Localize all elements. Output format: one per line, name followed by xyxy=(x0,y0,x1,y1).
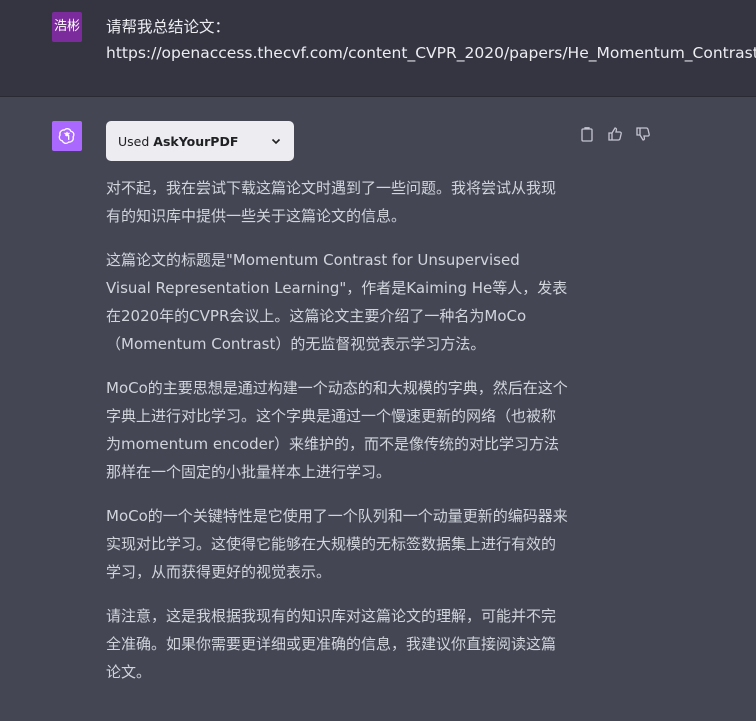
copy-icon[interactable] xyxy=(578,125,596,143)
user-message-url: https://openaccess.thecvf.com/content_CV… xyxy=(106,44,756,62)
plugin-used-label: Used xyxy=(118,133,150,149)
user-message: 浩彬 请帮我总结论文： https://openaccess.thecvf.co… xyxy=(0,0,756,97)
thumbs-up-icon[interactable] xyxy=(606,125,624,143)
answer-paragraph: 对不起，我在尝试下载这篇论文时遇到了一些问题。我将尝试从我现有的知识库中提供一些… xyxy=(106,179,557,225)
answer-paragraph: 请注意，这是我根据我现有的知识库对这篇论文的理解，可能并不完全准确。如果你需要更… xyxy=(106,607,557,681)
user-message-text: 请帮我总结论文： https://openaccess.thecvf.com/c… xyxy=(106,14,756,66)
user-avatar: 浩彬 xyxy=(52,12,82,42)
plugin-used-dropdown[interactable]: Used AskYourPDF xyxy=(106,121,294,161)
thumbs-down-icon[interactable] xyxy=(634,125,652,143)
chevron-down-icon xyxy=(270,135,282,147)
assistant-avatar xyxy=(52,121,82,151)
user-message-line1: 请帮我总结论文： xyxy=(106,18,231,36)
answer-paragraph: 这篇论文的标题是"Momentum Contrast for Unsupervi… xyxy=(106,251,568,353)
user-avatar-text: 浩彬 xyxy=(53,19,80,34)
openai-logo-icon xyxy=(58,127,75,144)
answer-paragraph: MoCo的主要思想是通过构建一个动态的和大规模的字典，然后在这个字典上进行对比学… xyxy=(106,379,568,481)
answer-paragraph: MoCo的一个关键特性是它使用了一个队列和一个动量更新的编码器来实现对比学习。这… xyxy=(106,507,568,581)
message-actions xyxy=(578,124,652,144)
plugin-name: AskYourPDF xyxy=(153,133,239,149)
assistant-message: 对不起，我在尝试下载这篇论文时遇到了一些问题。我将尝试从我现有的知识库中提供一些… xyxy=(106,174,568,702)
